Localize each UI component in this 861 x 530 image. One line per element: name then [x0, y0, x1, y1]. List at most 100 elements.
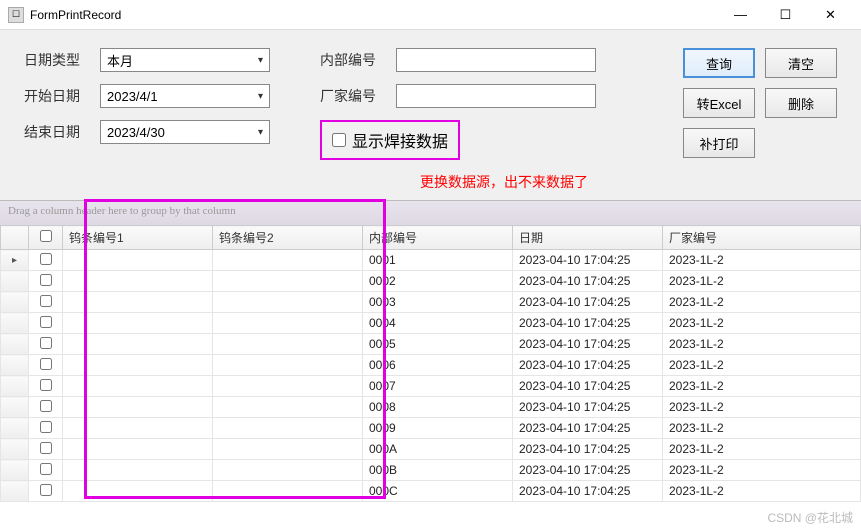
cell-vendor[interactable]: 2023-1L-2 [663, 292, 861, 313]
cell-vendor[interactable]: 2023-1L-2 [663, 376, 861, 397]
cell-vendor[interactable]: 2023-1L-2 [663, 313, 861, 334]
cell-date[interactable]: 2023-04-10 17:04:25 [513, 250, 663, 271]
end-date-input[interactable]: 2023/4/30 ▾ [100, 120, 270, 144]
query-button[interactable]: 查询 [683, 48, 755, 78]
cell-col1[interactable] [63, 376, 213, 397]
row-checkbox-cell[interactable] [29, 439, 63, 460]
delete-button[interactable]: 删除 [765, 88, 837, 118]
cell-col2[interactable] [213, 250, 363, 271]
row-checkbox-cell[interactable] [29, 418, 63, 439]
row-checkbox[interactable] [40, 274, 52, 286]
row-checkbox[interactable] [40, 295, 52, 307]
row-checkbox[interactable] [40, 379, 52, 391]
row-checkbox-cell[interactable] [29, 355, 63, 376]
cell-inner[interactable]: 0005 [363, 334, 513, 355]
cell-vendor[interactable]: 2023-1L-2 [663, 397, 861, 418]
table-row[interactable]: 00022023-04-10 17:04:252023-1L-2 [1, 271, 861, 292]
table-row[interactable]: 00042023-04-10 17:04:252023-1L-2 [1, 313, 861, 334]
cell-date[interactable]: 2023-04-10 17:04:25 [513, 376, 663, 397]
cell-date[interactable]: 2023-04-10 17:04:25 [513, 418, 663, 439]
cell-vendor[interactable]: 2023-1L-2 [663, 418, 861, 439]
start-date-input[interactable]: 2023/4/1 ▾ [100, 84, 270, 108]
maximize-button[interactable]: ☐ [763, 0, 808, 30]
cell-col1[interactable] [63, 355, 213, 376]
date-type-select[interactable]: 本月 ▾ [100, 48, 270, 72]
show-weld-checkbox-wrap[interactable]: 显示焊接数据 [320, 120, 460, 160]
row-checkbox[interactable] [40, 358, 52, 370]
cell-col1[interactable] [63, 313, 213, 334]
cell-col1[interactable] [63, 460, 213, 481]
cell-col1[interactable] [63, 439, 213, 460]
cell-col1[interactable] [63, 334, 213, 355]
cell-vendor[interactable]: 2023-1L-2 [663, 271, 861, 292]
cell-col2[interactable] [213, 439, 363, 460]
cell-col2[interactable] [213, 397, 363, 418]
row-checkbox[interactable] [40, 337, 52, 349]
cell-inner[interactable]: 0004 [363, 313, 513, 334]
table-row[interactable]: 00062023-04-10 17:04:252023-1L-2 [1, 355, 861, 376]
table-row[interactable]: ▸00012023-04-10 17:04:252023-1L-2 [1, 250, 861, 271]
cell-vendor[interactable]: 2023-1L-2 [663, 481, 861, 502]
cell-vendor[interactable]: 2023-1L-2 [663, 439, 861, 460]
cell-inner[interactable]: 000C [363, 481, 513, 502]
row-checkbox-cell[interactable] [29, 271, 63, 292]
vendor-no-input[interactable] [396, 84, 596, 108]
table-row[interactable]: 000A2023-04-10 17:04:252023-1L-2 [1, 439, 861, 460]
cell-inner[interactable]: 0003 [363, 292, 513, 313]
table-row[interactable]: 000B2023-04-10 17:04:252023-1L-2 [1, 460, 861, 481]
cell-date[interactable]: 2023-04-10 17:04:25 [513, 355, 663, 376]
cell-col2[interactable] [213, 271, 363, 292]
cell-col1[interactable] [63, 250, 213, 271]
table-row[interactable]: 00072023-04-10 17:04:252023-1L-2 [1, 376, 861, 397]
row-checkbox-cell[interactable] [29, 313, 63, 334]
cell-inner[interactable]: 0006 [363, 355, 513, 376]
row-checkbox-cell[interactable] [29, 376, 63, 397]
cell-col2[interactable] [213, 481, 363, 502]
cell-date[interactable]: 2023-04-10 17:04:25 [513, 334, 663, 355]
cell-col1[interactable] [63, 271, 213, 292]
cell-vendor[interactable]: 2023-1L-2 [663, 250, 861, 271]
cell-date[interactable]: 2023-04-10 17:04:25 [513, 439, 663, 460]
cell-col2[interactable] [213, 376, 363, 397]
cell-col2[interactable] [213, 460, 363, 481]
col-header-2[interactable]: 钨条编号2 [213, 226, 363, 250]
table-row[interactable]: 00092023-04-10 17:04:252023-1L-2 [1, 418, 861, 439]
inner-no-input[interactable] [396, 48, 596, 72]
row-checkbox[interactable] [40, 400, 52, 412]
grid-scroll[interactable]: 钨条编号1 钨条编号2 内部编号 日期 厂家编号 ▸00012023-04-10… [0, 225, 861, 505]
cell-vendor[interactable]: 2023-1L-2 [663, 460, 861, 481]
cell-col2[interactable] [213, 355, 363, 376]
row-checkbox-cell[interactable] [29, 481, 63, 502]
row-checkbox-cell[interactable] [29, 334, 63, 355]
row-checkbox-cell[interactable] [29, 460, 63, 481]
row-checkbox-cell[interactable] [29, 292, 63, 313]
table-row[interactable]: 00052023-04-10 17:04:252023-1L-2 [1, 334, 861, 355]
cell-date[interactable]: 2023-04-10 17:04:25 [513, 397, 663, 418]
cell-date[interactable]: 2023-04-10 17:04:25 [513, 481, 663, 502]
cell-inner[interactable]: 0002 [363, 271, 513, 292]
minimize-button[interactable]: — [718, 0, 763, 30]
cell-date[interactable]: 2023-04-10 17:04:25 [513, 292, 663, 313]
cell-col2[interactable] [213, 313, 363, 334]
cell-inner[interactable]: 000A [363, 439, 513, 460]
col-header-inner[interactable]: 内部编号 [363, 226, 513, 250]
cell-inner[interactable]: 0001 [363, 250, 513, 271]
cell-date[interactable]: 2023-04-10 17:04:25 [513, 460, 663, 481]
row-checkbox[interactable] [40, 442, 52, 454]
row-checkbox-cell[interactable] [29, 397, 63, 418]
col-header-date[interactable]: 日期 [513, 226, 663, 250]
cell-inner[interactable]: 0008 [363, 397, 513, 418]
table-row[interactable]: 00032023-04-10 17:04:252023-1L-2 [1, 292, 861, 313]
reprint-button[interactable]: 补打印 [683, 128, 755, 158]
cell-col1[interactable] [63, 292, 213, 313]
cell-date[interactable]: 2023-04-10 17:04:25 [513, 271, 663, 292]
row-checkbox[interactable] [40, 421, 52, 433]
cell-col2[interactable] [213, 292, 363, 313]
cell-inner[interactable]: 000B [363, 460, 513, 481]
to-excel-button[interactable]: 转Excel [683, 88, 755, 118]
row-checkbox-cell[interactable] [29, 250, 63, 271]
cell-inner[interactable]: 0009 [363, 418, 513, 439]
cell-col2[interactable] [213, 334, 363, 355]
cell-vendor[interactable]: 2023-1L-2 [663, 334, 861, 355]
row-checkbox[interactable] [40, 253, 52, 265]
